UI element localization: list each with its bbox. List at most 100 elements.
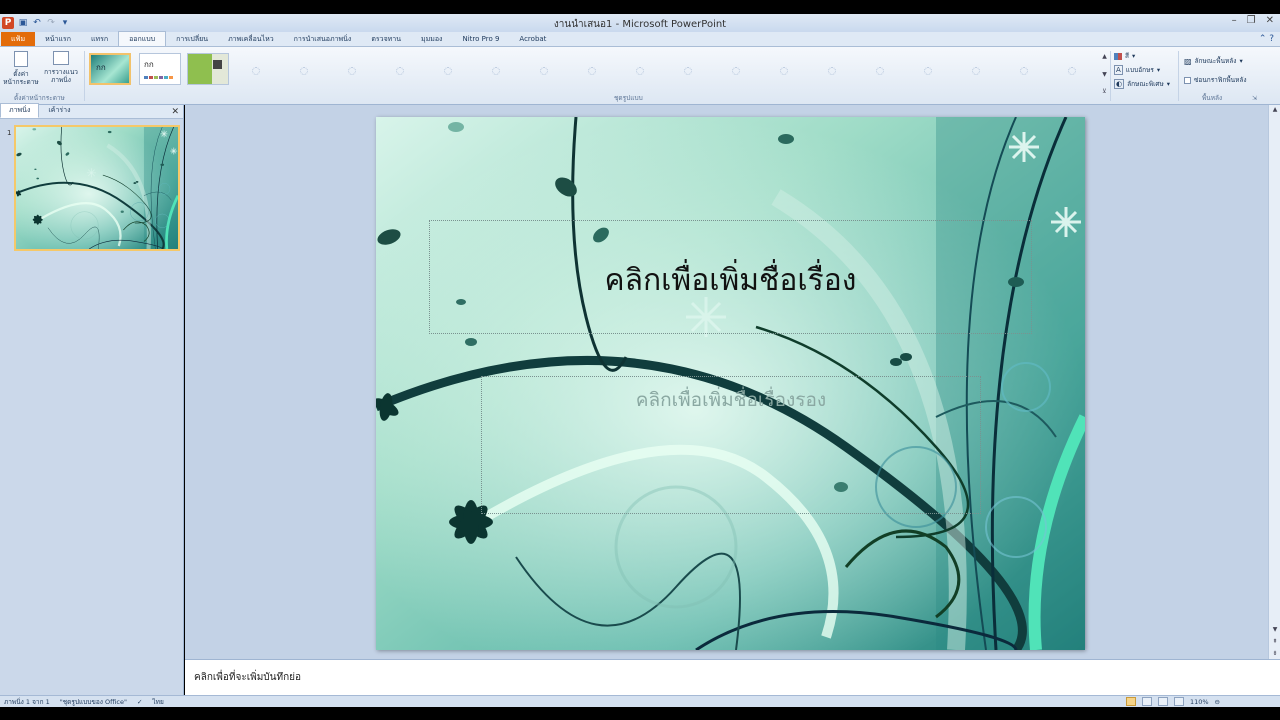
reading-view-button[interactable]: [1157, 697, 1168, 706]
minimize-button[interactable]: –: [1232, 15, 1237, 26]
background-group-label: พื้นหลัง: [1202, 94, 1223, 102]
theme-effects-button[interactable]: ◐ ลักษณะพิเศษ ▾: [1114, 79, 1170, 89]
theme-loading-icon: [540, 67, 548, 75]
next-slide-icon[interactable]: ⇟: [1270, 649, 1280, 659]
hide-background-label: ซ่อนกราฟิกพื้นหลัง: [1194, 76, 1247, 84]
quick-access-toolbar: P ▣ ↶ ↷ ▾: [0, 17, 140, 29]
dialog-launcher-icon[interactable]: ⇲: [1252, 95, 1257, 102]
theme-loading-icon: [348, 67, 356, 75]
effects-label: ลักษณะพิเศษ: [1127, 80, 1164, 88]
slide-count-status: ภาพนิ่ง 1 จาก 1: [4, 697, 50, 706]
slide-canvas[interactable]: คลิกเพื่อเพิ่มชื่อเรื่อง คลิกเพื่อเพิ่มช…: [376, 117, 1085, 650]
zoom-level[interactable]: 110%: [1190, 698, 1209, 706]
slide-sorter-view-button[interactable]: [1141, 697, 1152, 706]
theme-fonts-button[interactable]: A แบบอักษร ▾: [1114, 65, 1160, 75]
window-title: งานนำเสนอ1 - Microsoft PowerPoint: [553, 19, 727, 30]
restore-button[interactable]: ❐: [1247, 15, 1256, 26]
ribbon: ตั้งค่า หน้ากระดาษ การวางแนว ภาพนิ่ง ตั้…: [0, 47, 1280, 105]
theme-colors-button[interactable]: สี ▾: [1114, 51, 1135, 61]
theme-loading-icon: [684, 67, 692, 75]
undo-icon[interactable]: ↶: [32, 18, 42, 28]
gallery-scroll: ▲ ▼ ⊻: [1100, 53, 1109, 95]
colors-label: สี: [1125, 52, 1129, 60]
tab-review[interactable]: ตรวจทาน: [361, 32, 411, 46]
slideshow-view-button[interactable]: [1173, 697, 1184, 706]
dropdown-icon: ▾: [1166, 80, 1171, 88]
gallery-down-icon[interactable]: ▼: [1102, 71, 1107, 78]
theme-loading-icon: [588, 67, 596, 75]
theme-label: กก: [144, 60, 154, 69]
notes-pane[interactable]: คลิกเพื่อที่จะเพิ่มบันทึกย่อ: [185, 659, 1280, 695]
title-placeholder[interactable]: คลิกเพื่อเพิ่มชื่อเรื่อง: [429, 220, 1032, 334]
theme-loading-icon: [252, 67, 260, 75]
theme-color-swatches: [144, 76, 173, 79]
gallery-up-icon[interactable]: ▲: [1102, 53, 1107, 60]
fonts-icon: A: [1114, 65, 1123, 75]
normal-view-button[interactable]: [1125, 697, 1136, 706]
customize-qat-icon[interactable]: ▾: [60, 18, 70, 28]
theme-loading-icon: [300, 67, 308, 75]
redo-icon[interactable]: ↷: [46, 18, 56, 28]
theme-loading-icon: [396, 67, 404, 75]
slide-thumbnail-image: [16, 127, 178, 249]
theme-loading-icon: [972, 67, 980, 75]
tab-nitro[interactable]: Nitro Pro 9: [452, 32, 509, 46]
tab-slideshow[interactable]: การนำเสนอภาพนิ่ง: [284, 32, 362, 46]
close-button[interactable]: ✕: [1266, 15, 1274, 26]
slide-title-text: คลิกเพื่อเพิ่มชื่อเรื่อง: [604, 263, 857, 298]
orientation-icon: [53, 51, 69, 65]
slide-number: 1: [7, 129, 12, 137]
save-icon[interactable]: ▣: [18, 18, 28, 28]
page-setup-label: ตั้งค่า หน้ากระดาษ: [3, 70, 39, 86]
status-bar: ภาพนิ่ง 1 จาก 1 "ชุดรูปแบบของ Office" ✓ …: [0, 695, 1280, 707]
tab-acrobat[interactable]: Acrobat: [509, 32, 556, 46]
theme-thumbnail-green[interactable]: [187, 53, 229, 85]
subtitle-placeholder[interactable]: คลิกเพื่อเพิ่มชื่อเรื่องรอง: [481, 376, 981, 514]
zoom-out-icon[interactable]: ⊖: [1215, 698, 1220, 706]
theme-thumbnail-selected[interactable]: กก: [89, 53, 131, 85]
tab-outline[interactable]: เค้าร่าง: [39, 103, 79, 118]
tab-file[interactable]: แฟ้ม: [1, 32, 36, 46]
help-icon[interactable]: ⌃ ?: [1259, 34, 1274, 44]
vertical-scrollbar[interactable]: ▲ ▼ ⇞ ⇟: [1268, 105, 1280, 659]
theme-loading-icon: [924, 67, 932, 75]
scroll-up-icon[interactable]: ▲: [1270, 105, 1280, 115]
tab-home[interactable]: หน้าแรก: [35, 32, 81, 46]
group-separator: [1178, 51, 1179, 101]
gallery-more-icon[interactable]: ⊻: [1102, 88, 1106, 95]
previous-slide-icon[interactable]: ⇞: [1270, 637, 1280, 647]
tab-insert[interactable]: แทรก: [81, 32, 118, 46]
slide-thumbnail[interactable]: [14, 125, 180, 251]
group-separator: [84, 51, 85, 101]
tab-animations[interactable]: ภาพเคลื่อนไหว: [218, 32, 284, 46]
hide-background-graphics-checkbox[interactable]: ซ่อนกราฟิกพื้นหลัง: [1184, 75, 1247, 85]
theme-name-status: "ชุดรูปแบบของ Office": [59, 697, 127, 706]
slide-orientation-label: การวางแนว ภาพนิ่ง: [44, 68, 78, 84]
theme-loading-icon: [636, 67, 644, 75]
background-styles-button[interactable]: ▨ ลักษณะพื้นหลัง ▾: [1184, 56, 1243, 66]
scroll-down-icon[interactable]: ▼: [1270, 625, 1280, 635]
group-separator: [1110, 51, 1111, 101]
page-setup-icon: [14, 51, 28, 67]
spellcheck-icon[interactable]: ✓: [137, 698, 142, 706]
powerpoint-logo-icon[interactable]: P: [2, 17, 14, 29]
fonts-label: แบบอักษร: [1125, 66, 1154, 74]
checkbox-icon: [1184, 76, 1191, 84]
theme-loading-icon: [1068, 67, 1076, 75]
slide-orientation-button[interactable]: การวางแนว ภาพนิ่ง: [42, 51, 80, 84]
dropdown-icon: ▾: [1156, 66, 1161, 74]
slide-editing-area: คลิกเพื่อเพิ่มชื่อเรื่อง คลิกเพื่อเพิ่มช…: [185, 105, 1280, 659]
theme-loading-icon: [780, 67, 788, 75]
tab-view[interactable]: มุมมอง: [411, 32, 452, 46]
theme-thumbnail-office[interactable]: กก: [139, 53, 181, 85]
tab-design[interactable]: ออกแบบ: [118, 31, 167, 46]
page-setup-button[interactable]: ตั้งค่า หน้ากระดาษ: [2, 51, 40, 86]
close-panel-icon[interactable]: ✕: [171, 107, 179, 117]
tab-transitions[interactable]: การเปลี่ยน: [166, 32, 218, 46]
tab-slides[interactable]: ภาพนิ่ง: [0, 103, 40, 118]
colors-icon: [1114, 52, 1122, 60]
theme-loading-icon: [444, 67, 452, 75]
theme-loading-icon: [1020, 67, 1028, 75]
slides-panel: ภาพนิ่ง เค้าร่าง ✕ 1: [0, 103, 184, 695]
language-status[interactable]: ไทย: [152, 697, 163, 707]
